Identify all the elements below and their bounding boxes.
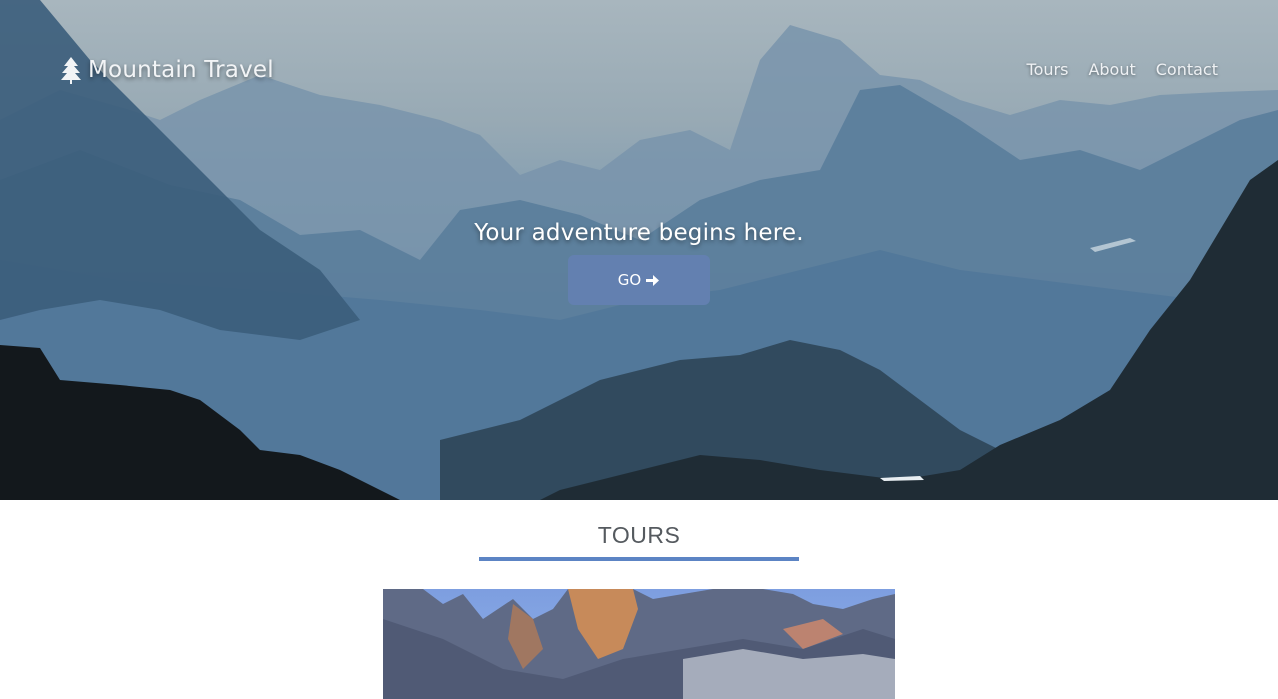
main-nav: Tours About Contact bbox=[1027, 60, 1218, 79]
go-button[interactable]: GO bbox=[568, 255, 710, 305]
rocky-peaks-image bbox=[383, 589, 895, 699]
nav-link-contact[interactable]: Contact bbox=[1156, 60, 1218, 79]
go-button-label: GO bbox=[617, 271, 642, 289]
arrow-right-icon bbox=[646, 274, 660, 286]
heading-underline bbox=[479, 557, 799, 561]
tour-image[interactable] bbox=[383, 589, 895, 699]
nav-link-about[interactable]: About bbox=[1088, 60, 1135, 79]
hero-banner: Mountain Travel Tours About Contact Your… bbox=[0, 0, 1278, 500]
brand-name: Mountain Travel bbox=[88, 57, 274, 83]
hero-tagline: Your adventure begins here. bbox=[474, 220, 804, 246]
brand-logo[interactable]: Mountain Travel bbox=[60, 56, 274, 84]
tree-icon bbox=[61, 57, 81, 84]
nav-link-tours[interactable]: Tours bbox=[1027, 60, 1069, 79]
tours-heading: TOURS bbox=[597, 522, 681, 548]
